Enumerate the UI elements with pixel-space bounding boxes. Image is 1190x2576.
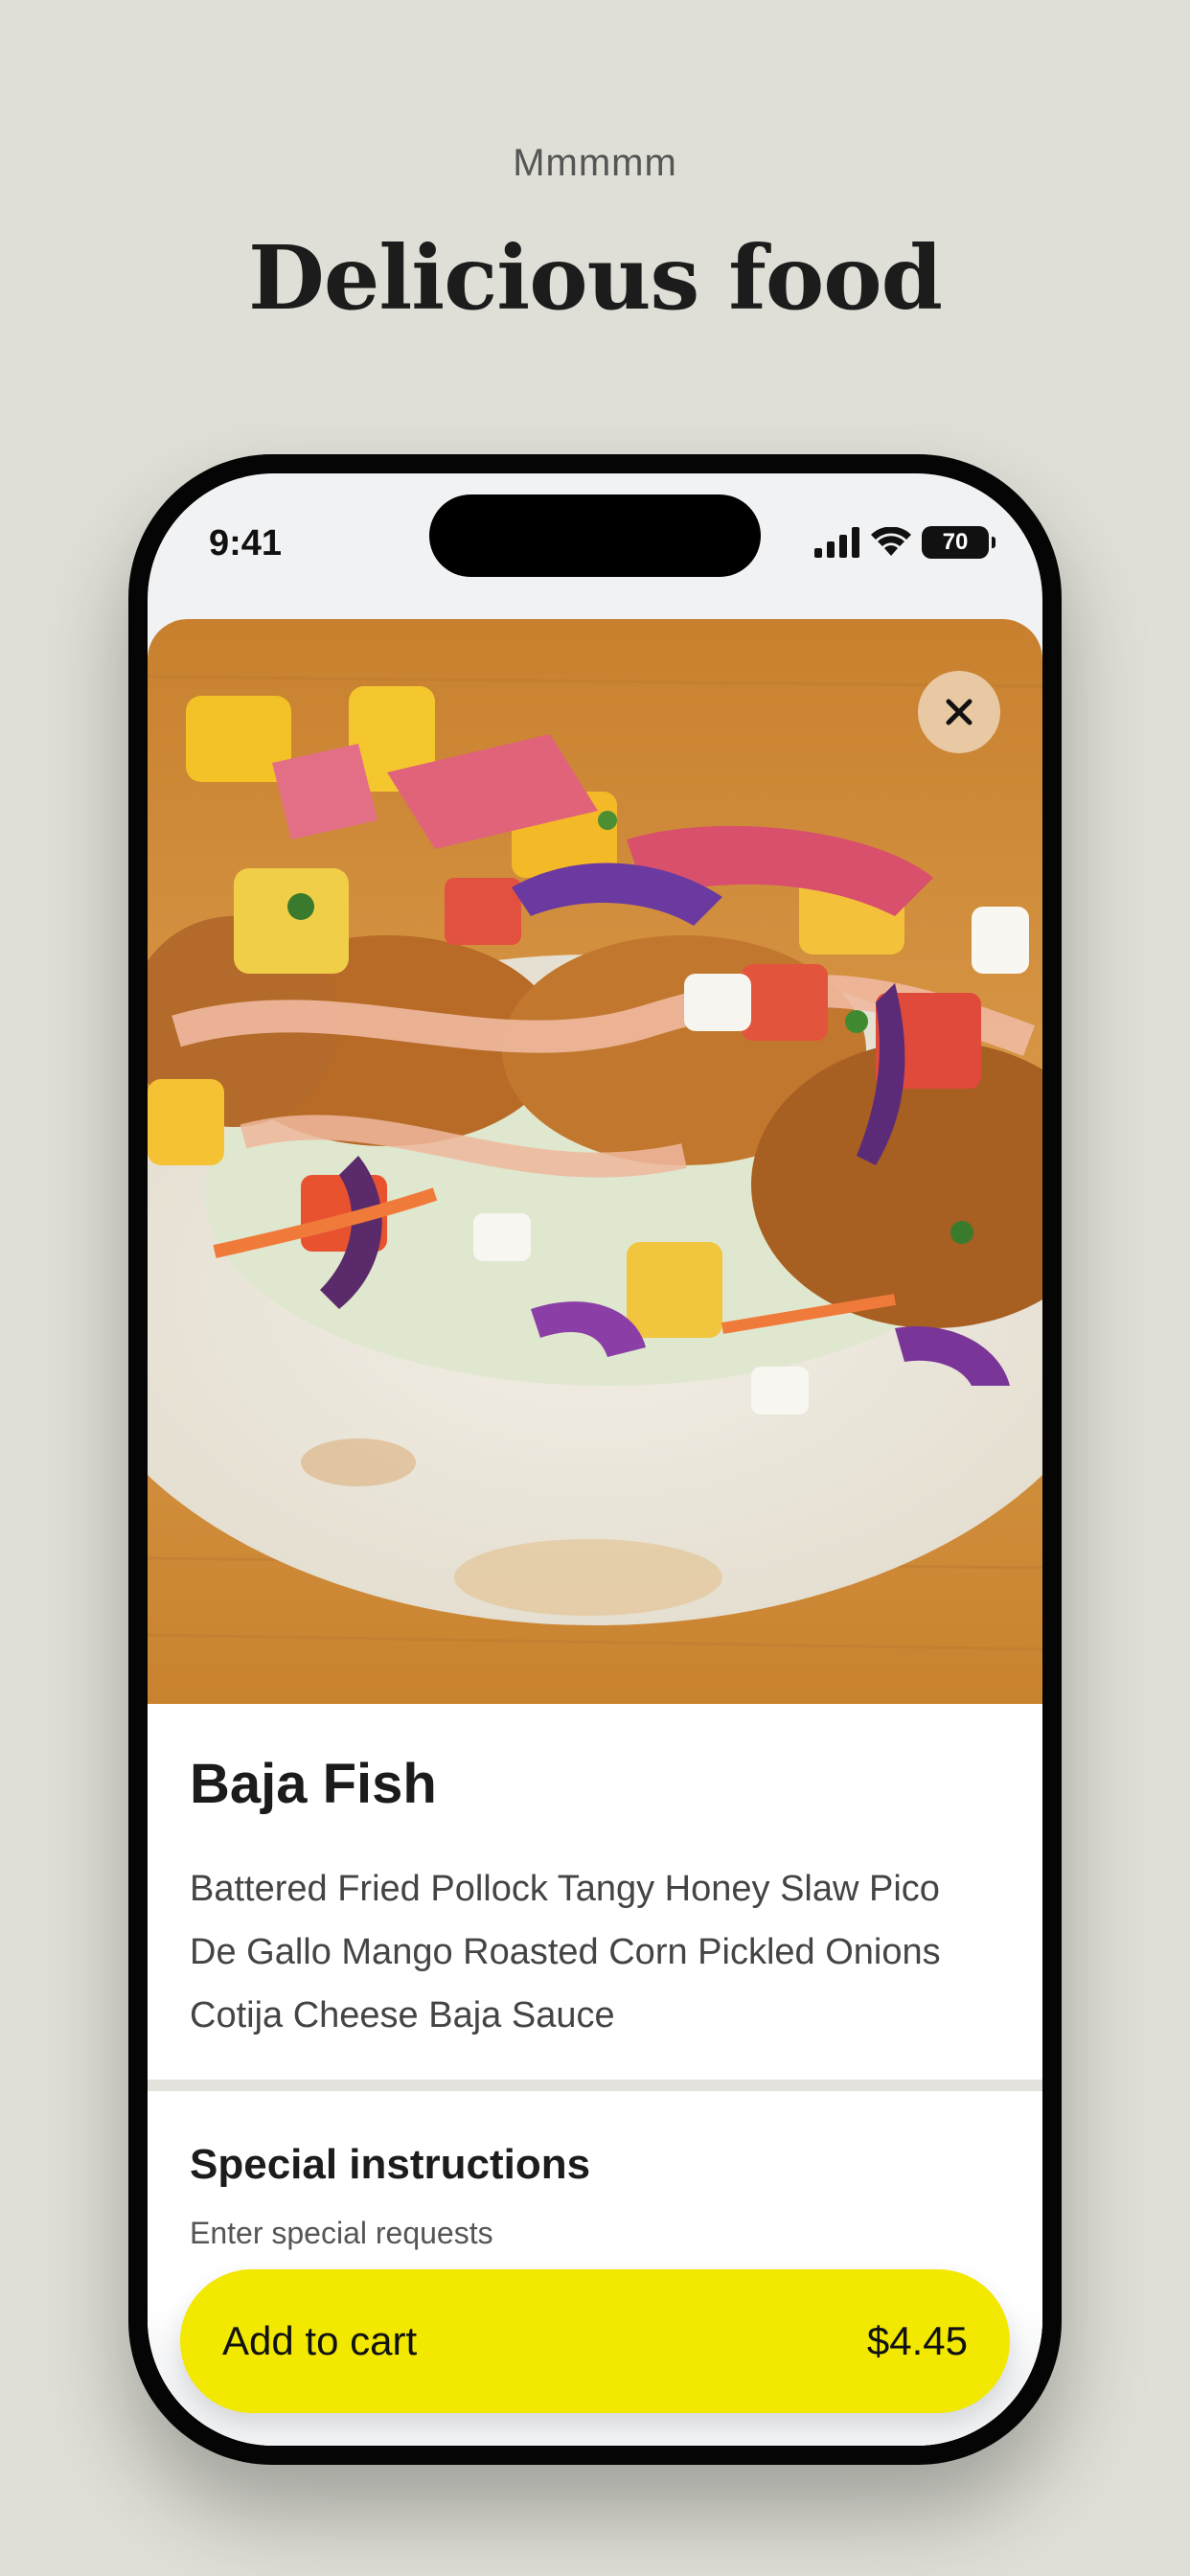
wifi-icon <box>871 527 911 556</box>
phone-screen: 9:41 70 Baja Fish Battered Fried Pollock… <box>148 473 1042 2446</box>
item-sheet: Baja Fish Battered Fried Pollock Tangy H… <box>148 619 1042 2446</box>
cart-price: $4.45 <box>866 2318 968 2363</box>
status-bar: 9:41 70 <box>148 473 1042 617</box>
page-eyebrow: Mmmmm <box>513 142 677 184</box>
item-description: Battered Fried Pollock Tangy Honey Slaw … <box>190 1869 941 2036</box>
item-name: Baja Fish <box>190 1753 437 1815</box>
item-info: Baja Fish Battered Fried Pollock Tangy H… <box>148 1704 1042 2080</box>
status-time: 9:41 <box>209 523 283 564</box>
add-to-cart-label: Add to cart <box>222 2318 418 2363</box>
close-icon <box>946 699 973 725</box>
food-photo <box>148 619 1042 1704</box>
phone-frame: 9:41 70 Baja Fish Battered Fried Pollock… <box>128 454 1062 2465</box>
special-instructions-input[interactable] <box>190 2216 995 2251</box>
add-to-cart-button[interactable]: Add to cart $4.45 <box>180 2269 1010 2413</box>
status-icons: 70 <box>814 523 995 562</box>
battery-icon: 70 <box>922 526 995 559</box>
cellular-signal-icon <box>814 527 859 558</box>
close-button[interactable] <box>918 671 1000 753</box>
section-divider <box>148 2080 1042 2091</box>
dynamic-island <box>429 494 761 577</box>
special-instructions-title: Special instructions <box>190 2141 591 2188</box>
battery-level: 70 <box>942 529 969 555</box>
page-headline: Delicious food <box>248 226 943 330</box>
